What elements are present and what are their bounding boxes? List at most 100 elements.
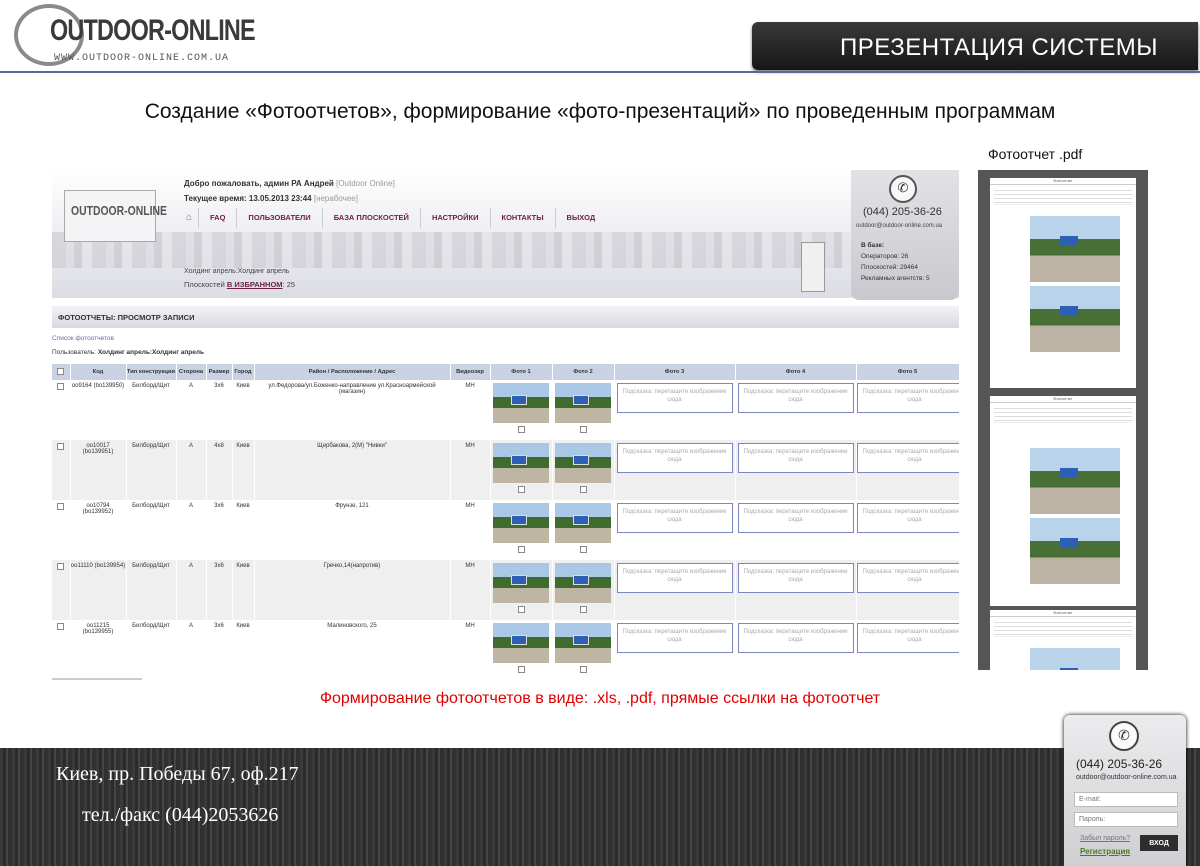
billboard-photo[interactable] (555, 503, 611, 543)
pdf-page: Фотоотчет (990, 178, 1136, 388)
city-cell: Киев (232, 620, 255, 680)
welcome-text: Добро пожаловать, админ РА Андрей [Outdo… (184, 179, 395, 188)
row-select-cell[interactable] (52, 500, 71, 560)
app-logo[interactable]: OUTDOOR-ONLINE (64, 190, 167, 242)
row-checkbox[interactable] (57, 563, 65, 570)
photo-drop-zone[interactable]: Подсказка: перетащите изображение сюда (616, 383, 733, 413)
media-cell: МН (450, 500, 491, 560)
register-link[interactable]: Регистрация (1080, 847, 1130, 856)
app-header: OUTDOOR-ONLINE Добро пожаловать, админ Р… (52, 170, 959, 298)
photo-drop-zone[interactable]: Подсказка: перетащите изображение сюда (616, 503, 733, 533)
email-input[interactable] (1074, 792, 1178, 807)
col-header: Сторона (176, 364, 207, 380)
row-checkbox[interactable] (57, 383, 65, 390)
contact-email[interactable]: outdoor@outdoor-online.com.ua (856, 223, 942, 229)
photo-checkbox[interactable] (517, 546, 525, 553)
base-label: В базе: (861, 242, 885, 249)
photo-checkbox[interactable] (579, 606, 587, 613)
row-select-cell[interactable] (52, 560, 71, 620)
photo-drop-zone[interactable]: Подсказка: перетащите изображение сюда (737, 563, 854, 593)
photo-drop-zone[interactable]: Подсказка: перетащите изображение сюда (856, 503, 959, 533)
menu-item-faq[interactable]: FAQ (198, 208, 236, 228)
photo-drop-zone[interactable]: Подсказка: перетащите изображение сюда (737, 443, 854, 473)
billboard-photo[interactable] (493, 503, 549, 543)
photo-drop-zone[interactable]: Подсказка: перетащите изображение сюда (856, 443, 959, 473)
pdf-page-title: Фотоотчет (990, 610, 1136, 617)
row-select-cell[interactable] (52, 380, 71, 440)
photo-drop-cell: Подсказка: перетащите изображение сюда (614, 560, 736, 620)
photo-checkbox[interactable] (579, 546, 587, 553)
photo-checkbox[interactable] (579, 666, 587, 673)
side-cell: A (176, 380, 207, 440)
photo-select (553, 666, 614, 675)
photo-drop-zone[interactable]: Подсказка: перетащите изображение сюда (737, 503, 854, 533)
photo-checkbox[interactable] (517, 426, 525, 433)
photo-select (491, 666, 552, 675)
row-checkbox[interactable] (57, 503, 65, 510)
photo-drop-zone[interactable]: Подсказка: перетащите изображение сюда (616, 563, 733, 593)
menu-item-base[interactable]: БАЗА ПЛОСКОСТЕЙ (321, 208, 420, 228)
home-icon[interactable]: ⌂ (180, 208, 198, 228)
billboard-photo[interactable] (555, 383, 611, 423)
user-line-value: Холдинг апрель:Холдинг апрель (97, 349, 204, 356)
scrollbar[interactable] (52, 678, 142, 680)
breadcrumb[interactable]: Список фотоотчетов (52, 335, 114, 342)
photo-checkbox[interactable] (517, 666, 525, 673)
photo-drop-zone[interactable]: Подсказка: перетащите изображение сюда (737, 383, 854, 413)
type-cell: Билборд/Щит (126, 500, 177, 560)
photo-drop-zone[interactable]: Подсказка: перетащите изображение сюда (737, 623, 854, 653)
photo-drop-cell: Подсказка: перетащите изображение сюда (614, 380, 736, 440)
photo-checkbox[interactable] (517, 486, 525, 493)
pdf-preview[interactable]: Фотоотчет Фотоотчет Фотоотчет (978, 170, 1148, 670)
menu-item-settings[interactable]: НАСТРОЙКИ (419, 208, 490, 228)
page-title: Создание «Фотоотчетов», формирование «фо… (144, 100, 1056, 123)
select-all-checkbox[interactable] (57, 367, 65, 375)
row-select-cell[interactable] (52, 440, 71, 500)
code-cell: oo9164 (bo139950) (70, 380, 127, 440)
billboard-photo[interactable] (493, 383, 549, 423)
planes-count: Плоскостей: 29464 (861, 264, 919, 271)
photo-checkbox[interactable] (579, 486, 587, 493)
photo-cell (490, 500, 553, 560)
billboard-photo[interactable] (493, 443, 549, 483)
code-cell: oo10017 (bo139951) (70, 440, 127, 500)
billboard-photo[interactable] (493, 563, 549, 603)
login-button[interactable]: ВХОД (1140, 835, 1178, 851)
welcome-tag: [Outdoor Online] (336, 179, 395, 188)
menu-item-contacts[interactable]: КОНТАКТЫ (489, 208, 555, 228)
photo-select (553, 606, 614, 615)
photo-drop-zone[interactable]: Подсказка: перетащите изображение сюда (856, 563, 959, 593)
forgot-password-link[interactable]: Забыл пароль? (1080, 835, 1130, 842)
col-select[interactable] (52, 364, 71, 380)
billboard-photo[interactable] (555, 623, 611, 663)
photo-drop-cell: Подсказка: перетащите изображение сюда (614, 500, 736, 560)
photo-cell (490, 380, 553, 440)
row-select-cell[interactable] (52, 620, 71, 680)
login-email-address[interactable]: outdoor@outdoor-online.com.ua (1076, 774, 1177, 781)
password-input[interactable] (1074, 812, 1178, 827)
favorites-count: : 25 (282, 280, 296, 289)
photo-drop-zone[interactable]: Подсказка: перетащите изображение сюда (856, 383, 959, 413)
row-checkbox[interactable] (57, 623, 65, 630)
billboard-photo[interactable] (493, 623, 549, 663)
photo-drop-zone[interactable]: Подсказка: перетащите изображение сюда (856, 623, 959, 653)
photo-checkbox[interactable] (579, 426, 587, 433)
menu-item-logout[interactable]: ВЫХОД (554, 208, 607, 228)
side-cell: A (176, 560, 207, 620)
row-checkbox[interactable] (57, 443, 65, 450)
billboard-photo[interactable] (555, 563, 611, 603)
photo-checkbox[interactable] (517, 606, 525, 613)
presentation-slide: OUTDOOR-ONLINE WWW.OUTDOOR-ONLINE.COM.UA… (0, 0, 1200, 866)
billboard-photo[interactable] (555, 443, 611, 483)
col-header: Город (232, 364, 255, 380)
pdf-photo (1030, 648, 1120, 670)
outdoor-online-logo[interactable]: OUTDOOR-ONLINE WWW.OUTDOOR-ONLINE.COM.UA (12, 4, 256, 68)
photo-drop-zone[interactable]: Подсказка: перетащите изображение сюда (616, 443, 733, 473)
photo-drop-zone[interactable]: Подсказка: перетащите изображение сюда (616, 623, 733, 653)
photo-select (553, 546, 614, 555)
pdf-page: Фотоотчет (990, 610, 1136, 670)
menu-item-users[interactable]: ПОЛЬЗОВАТЕЛИ (236, 208, 321, 228)
side-cell: A (176, 500, 207, 560)
size-cell: 4x8 (206, 440, 233, 500)
favorites-link[interactable]: В ИЗБРАННОМ (227, 280, 283, 289)
